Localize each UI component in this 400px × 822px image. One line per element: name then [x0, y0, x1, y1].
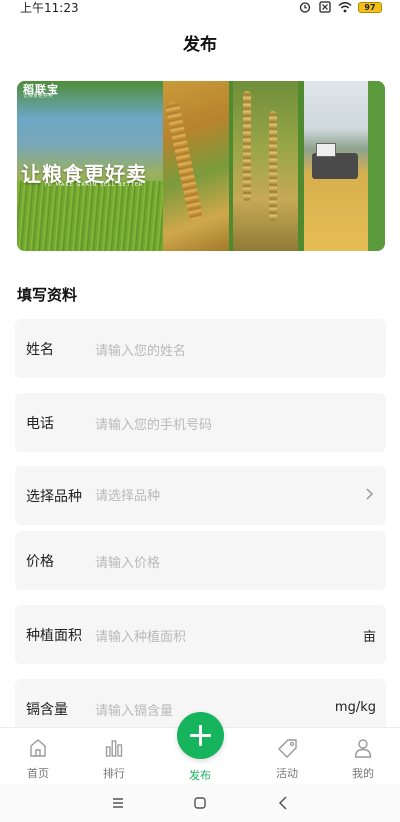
variety-placeholder[interactable]: 请选择品种: [95, 485, 325, 504]
nav-label: 活动: [276, 767, 298, 780]
back-icon[interactable]: [274, 794, 294, 812]
nav-label: 排行: [103, 767, 125, 780]
field-label: 姓名: [26, 342, 54, 358]
user-icon: [354, 739, 372, 758]
chevron-right-icon: [366, 488, 374, 500]
sim-off-icon: [319, 1, 331, 13]
wifi-icon: [338, 2, 352, 13]
price-input[interactable]: 请输入价格: [95, 552, 325, 571]
banner-harvester-image: [304, 81, 368, 251]
menu-icon[interactable]: [108, 794, 128, 812]
banner-rice-image: [163, 81, 229, 251]
status-bar: 上午11:23 97: [0, 0, 400, 15]
section-title: 填写资料: [17, 286, 78, 304]
area-unit: 亩: [362, 630, 376, 645]
nav-label: 我的: [352, 767, 374, 780]
ranking-icon: [105, 740, 123, 757]
battery-indicator: 97: [358, 1, 382, 13]
field-label: 价格: [26, 554, 54, 570]
nav-item-publish-label[interactable]: 发布: [170, 767, 230, 783]
page-title: 发布: [183, 35, 217, 55]
phone-input[interactable]: 请输入您的手机号码: [95, 414, 325, 433]
nav-item-mine[interactable]: 我的: [333, 728, 393, 785]
status-icons: 97: [298, 0, 382, 14]
banner-slogan-en: TO MAKE GRAIN SELL BETTER: [44, 182, 144, 188]
area-input[interactable]: 请输入种植面积: [95, 626, 325, 645]
system-nav-bar: [0, 784, 400, 822]
status-time: 上午11:23: [20, 1, 79, 15]
home-icon: [30, 739, 46, 757]
area-field[interactable]: 种植面积 请输入种植面积 亩: [15, 605, 386, 664]
tag-icon: [278, 739, 297, 758]
name-input[interactable]: 请输入您的姓名: [95, 340, 325, 359]
banner-logo-sub: 让粮食更好卖: [23, 93, 54, 99]
cadmium-unit: mg/kg: [334, 700, 376, 715]
banner-wheat-image: [233, 81, 298, 251]
field-label: 镉含量: [26, 702, 68, 718]
nav-label: 首页: [27, 767, 49, 780]
field-label: 选择品种: [26, 489, 82, 505]
field-label: 电话: [26, 416, 54, 432]
phone-field[interactable]: 电话 请输入您的手机号码: [15, 393, 386, 452]
nav-item-home[interactable]: 首页: [8, 728, 68, 785]
variety-select[interactable]: 选择品种 请选择品种: [15, 466, 386, 525]
nav-item-ranking[interactable]: 排行: [84, 728, 144, 785]
publish-button[interactable]: [177, 712, 224, 759]
name-field[interactable]: 姓名 请输入您的姓名: [15, 319, 386, 378]
home-square-icon[interactable]: [190, 794, 210, 812]
field-label: 种植面积: [26, 628, 82, 644]
promo-banner[interactable]: 稻联宝 让粮食更好卖 让粮食更好卖 TO MAKE GRAIN SELL BET…: [17, 81, 385, 251]
nav-item-activity[interactable]: 活动: [257, 728, 317, 785]
price-field[interactable]: 价格 请输入价格: [15, 531, 386, 590]
alarm-icon: [299, 2, 311, 13]
